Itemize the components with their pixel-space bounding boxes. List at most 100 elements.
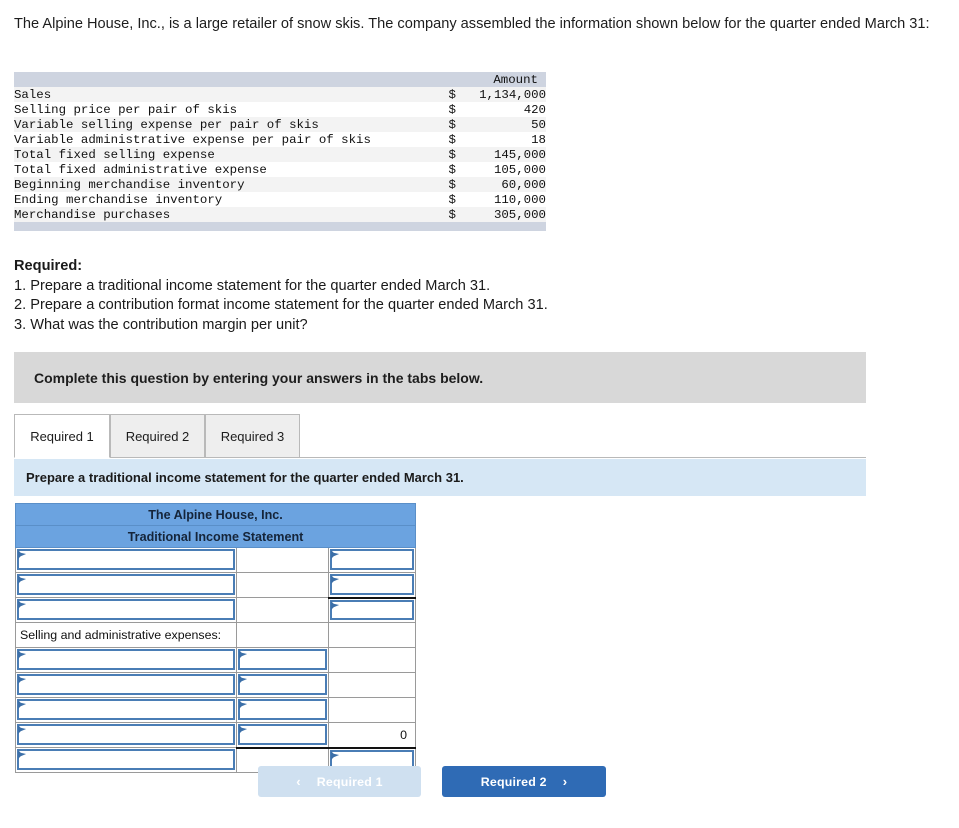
fact-currency-symbol: $ xyxy=(448,207,456,222)
fact-amount: 60,000 xyxy=(501,177,546,192)
fact-currency-symbol: $ xyxy=(448,162,456,177)
worksheet-subtotal-input[interactable] xyxy=(238,699,327,720)
table-row: Ending merchandise inventory $110,000 xyxy=(14,192,546,207)
cell-wrapper xyxy=(16,723,236,747)
fact-amount: 145,000 xyxy=(493,147,546,162)
worksheet-title-row: Traditional Income Statement xyxy=(14,525,417,548)
worksheet-cell-total xyxy=(327,697,417,723)
tab-instruction-strip: Prepare a traditional income statement f… xyxy=(14,459,866,496)
worksheet-total-input[interactable] xyxy=(330,549,415,570)
worksheet-row xyxy=(15,647,417,673)
table-row: Beginning merchandise inventory $60,000 xyxy=(14,177,546,192)
worksheet-account-input[interactable] xyxy=(17,674,235,695)
cell-wrapper xyxy=(237,548,328,572)
worksheet-cell-label xyxy=(15,747,237,773)
tab-strip: Required 1 Required 2 Required 3 xyxy=(14,414,866,458)
worksheet-account-input[interactable] xyxy=(17,574,235,595)
tab-instruction-text: Prepare a traditional income statement f… xyxy=(26,470,464,485)
worksheet-cell-label xyxy=(15,547,237,573)
column-header-amount: Amount xyxy=(464,72,546,87)
next-required-button[interactable]: Required 2 › xyxy=(442,766,606,797)
column-header-label xyxy=(14,72,449,87)
cell-wrapper xyxy=(237,698,328,722)
worksheet-row: Selling and administrative expenses: xyxy=(15,622,417,648)
worksheet-cell-subtotal xyxy=(236,672,329,698)
fact-label: Variable administrative expense per pair… xyxy=(14,132,371,147)
worksheet-account-input[interactable] xyxy=(17,699,235,720)
fact-label: Ending merchandise inventory xyxy=(14,192,223,207)
fact-amount: 105,000 xyxy=(493,162,546,177)
cell-wrapper xyxy=(329,648,415,672)
fact-amount: 110,000 xyxy=(493,192,546,207)
tab-required-3[interactable]: Required 3 xyxy=(205,414,300,458)
worksheet-cell-total xyxy=(327,547,417,573)
footer-cell-amount xyxy=(464,222,546,231)
worksheet-cell-total xyxy=(327,597,417,623)
fact-currency-symbol: $ xyxy=(448,117,456,132)
worksheet-row xyxy=(15,672,417,698)
problem-intro-text: The Alpine House, Inc., is a large retai… xyxy=(14,16,930,32)
footer-cell-currency xyxy=(448,222,465,231)
fact-currency-symbol: $ xyxy=(448,87,456,102)
tab-required-1[interactable]: Required 1 xyxy=(14,414,110,458)
worksheet-cell-subtotal xyxy=(236,622,329,648)
table-footer-bar xyxy=(14,222,546,231)
fact-label: Total fixed selling expense xyxy=(14,147,215,162)
worksheet-subtotal-input[interactable] xyxy=(238,674,327,695)
worksheet-cell-subtotal xyxy=(236,697,329,723)
worksheet-cell-subtotal xyxy=(236,572,329,598)
worksheet-cell-total xyxy=(327,672,417,698)
worksheet-subtotal-input[interactable] xyxy=(238,649,327,670)
given-data-table: Amount Sales $1,134,000 Selling price per … xyxy=(14,72,546,231)
column-header-currency xyxy=(448,72,465,87)
tab-required-1-label: Required 1 xyxy=(30,428,94,444)
worksheet-cell-label xyxy=(15,647,237,673)
required-heading: Required: xyxy=(14,258,83,274)
instruction-banner: Complete this question by entering your … xyxy=(14,352,866,403)
fact-label: Total fixed administrative expense xyxy=(14,162,267,177)
cell-wrapper xyxy=(237,673,328,697)
cell-wrapper xyxy=(237,598,328,622)
worksheet-static-label: Selling and administrative expenses: xyxy=(20,628,222,642)
worksheet-cell-subtotal xyxy=(236,547,329,573)
tab-required-2[interactable]: Required 2 xyxy=(110,414,205,458)
fact-currency-symbol: $ xyxy=(448,102,456,117)
worksheet-cell-subtotal xyxy=(236,597,329,623)
worksheet-subtotal-input[interactable] xyxy=(238,724,327,745)
page-root: The Alpine House, Inc., is a large retai… xyxy=(0,0,959,828)
cell-wrapper xyxy=(16,548,236,572)
worksheet-account-input[interactable] xyxy=(17,599,235,620)
previous-required-button[interactable]: ‹ Required 1 xyxy=(258,766,421,797)
fact-amount: 18 xyxy=(531,132,546,147)
table-header-row: Amount xyxy=(14,72,546,87)
worksheet-total-input[interactable] xyxy=(330,574,415,595)
worksheet-row: 0 xyxy=(15,722,417,748)
worksheet-cell-subtotal xyxy=(236,647,329,673)
table-row: Sales $1,134,000 xyxy=(14,87,546,102)
footer-cell-label xyxy=(14,222,449,231)
worksheet-cell-label: Selling and administrative expenses: xyxy=(15,622,237,648)
fact-label: Variable selling expense per pair of ski… xyxy=(14,117,319,132)
cell-wrapper xyxy=(329,599,415,623)
cell-wrapper xyxy=(16,748,236,772)
worksheet-statement-title: Traditional Income Statement xyxy=(14,525,417,548)
table-row: Total fixed administrative expense $105,0… xyxy=(14,162,546,177)
cell-wrapper xyxy=(16,673,236,697)
fact-amount: 50 xyxy=(531,117,546,132)
worksheet-account-input[interactable] xyxy=(17,724,235,745)
worksheet-account-input[interactable] xyxy=(17,749,235,770)
cell-wrapper xyxy=(329,548,415,572)
worksheet-cell-label xyxy=(15,572,237,598)
table-row: Variable selling expense per pair of ski… xyxy=(14,117,546,132)
worksheet-account-input[interactable] xyxy=(17,549,235,570)
worksheet-row xyxy=(15,697,417,723)
given-data-table-head: Amount xyxy=(14,72,546,87)
fact-currency-symbol: $ xyxy=(448,132,456,147)
cell-wrapper xyxy=(329,673,415,697)
fact-label: Selling price per pair of skis xyxy=(14,102,238,117)
worksheet-cell-label xyxy=(15,722,237,748)
worksheet-total-input[interactable] xyxy=(330,599,415,620)
table-row: Total fixed selling expense $145,000 xyxy=(14,147,546,162)
required-item-1: 1. Prepare a traditional income statemen… xyxy=(14,277,491,294)
worksheet-account-input[interactable] xyxy=(17,649,235,670)
